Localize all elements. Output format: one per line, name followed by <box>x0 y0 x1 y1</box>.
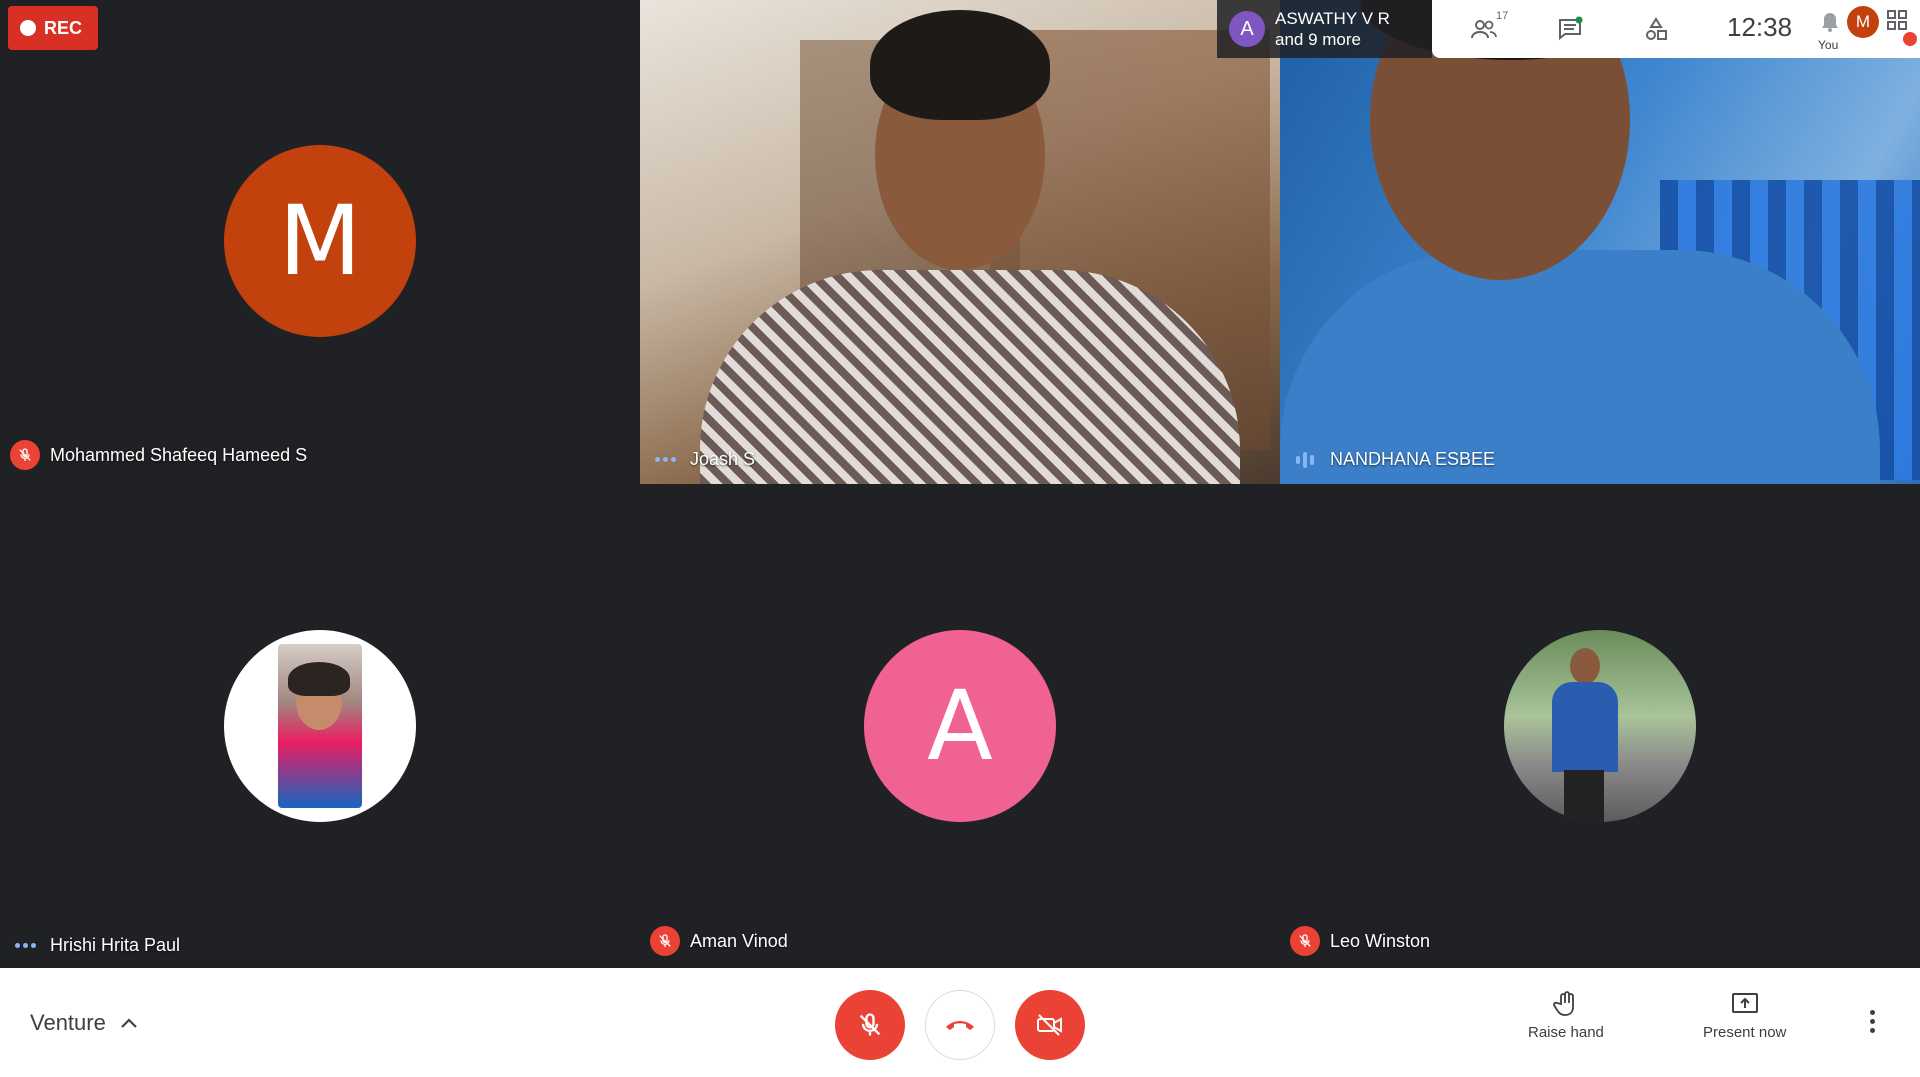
raise-hand-button[interactable]: Raise hand <box>1528 990 1604 1041</box>
name-tag: Hrishi Hrita Paul <box>10 935 180 956</box>
self-view[interactable]: M <box>1817 6 1917 46</box>
participant-tile-aman[interactable]: A Aman Vinod <box>640 484 1280 968</box>
mic-off-icon <box>859 1013 881 1036</box>
speaker-avatar: A <box>1229 11 1265 47</box>
mic-off-icon <box>10 440 40 470</box>
more-options-button[interactable] <box>1870 1010 1875 1033</box>
meeting-name: Venture <box>30 1010 106 1035</box>
leave-call-button[interactable] <box>925 990 995 1060</box>
participant-name: Joash S <box>690 449 756 469</box>
participant-name: Aman Vinod <box>690 930 788 951</box>
mic-off-mini-icon <box>1903 32 1917 46</box>
participant-count: 17 <box>1496 10 1509 22</box>
top-toolbar: 17 12:38 M You <box>1432 0 1920 58</box>
video-feed <box>1280 0 1920 484</box>
avatar-hrishi <box>224 630 416 822</box>
avatar-leo <box>1504 630 1696 822</box>
present-now-button[interactable]: Present now <box>1703 990 1786 1041</box>
participant-name: NANDHANA ESBEE <box>1330 449 1496 469</box>
meeting-details-button[interactable]: Venture <box>30 1010 138 1036</box>
participants-button[interactable]: 17 <box>1468 10 1508 46</box>
audio-dots-icon <box>650 457 680 462</box>
hand-icon <box>1553 991 1574 1016</box>
speaking-icon <box>1290 451 1320 468</box>
bell-icon <box>1817 6 1843 38</box>
name-tag: Aman Vinod <box>650 926 788 956</box>
clock: 12:38 <box>1727 12 1793 42</box>
avatar-mohammed: M <box>224 145 416 337</box>
mic-off-icon <box>650 926 680 956</box>
participant-tile-mohammed[interactable]: M Mohammed Shafeeq Hameed S <box>0 0 640 484</box>
activities-button[interactable] <box>1639 12 1673 46</box>
chat-button[interactable] <box>1553 12 1587 46</box>
grid-layout-icon[interactable] <box>1885 8 1917 46</box>
speaker-more: and 9 more <box>1275 30 1361 49</box>
active-speaker-indicator: A ASWATHY V R and 9 more <box>1217 0 1432 58</box>
participant-tile-joash[interactable]: Joash S <box>640 0 1280 484</box>
name-tag: Joash S <box>650 449 755 470</box>
bottom-control-bar: Venture Raise hand Present now <box>0 968 1920 1077</box>
avatar-aman: A <box>864 630 1056 822</box>
present-icon <box>1731 993 1758 1013</box>
video-feed <box>660 0 1280 484</box>
participant-name: Hrishi Hrita Paul <box>50 935 181 955</box>
participant-tile-leo[interactable]: Leo Winston <box>1280 484 1920 968</box>
camera-off-icon <box>1037 1014 1062 1036</box>
you-label: You <box>1818 38 1839 52</box>
mic-toggle-button[interactable] <box>835 990 905 1060</box>
participant-tile-hrishi[interactable]: Hrishi Hrita Paul <box>0 484 640 968</box>
name-tag: Leo Winston <box>1290 926 1430 956</box>
participant-tile-nandhana[interactable]: NANDHANA ESBEE <box>1280 0 1920 484</box>
self-avatar: M <box>1847 6 1879 38</box>
mic-off-icon <box>1290 926 1320 956</box>
participant-name: Leo Winston <box>1330 930 1431 951</box>
recording-badge: REC <box>8 6 98 50</box>
hang-up-icon <box>946 1021 974 1030</box>
name-tag: Mohammed Shafeeq Hameed S <box>10 440 307 470</box>
speaker-name: ASWATHY V R <box>1275 9 1390 28</box>
participant-name: Mohammed Shafeeq Hameed S <box>50 444 308 465</box>
record-dot-icon <box>20 20 36 36</box>
chevron-up-icon <box>121 1018 137 1028</box>
name-tag: NANDHANA ESBEE <box>1290 449 1495 470</box>
camera-toggle-button[interactable] <box>1015 990 1085 1060</box>
audio-dots-icon <box>10 943 40 948</box>
